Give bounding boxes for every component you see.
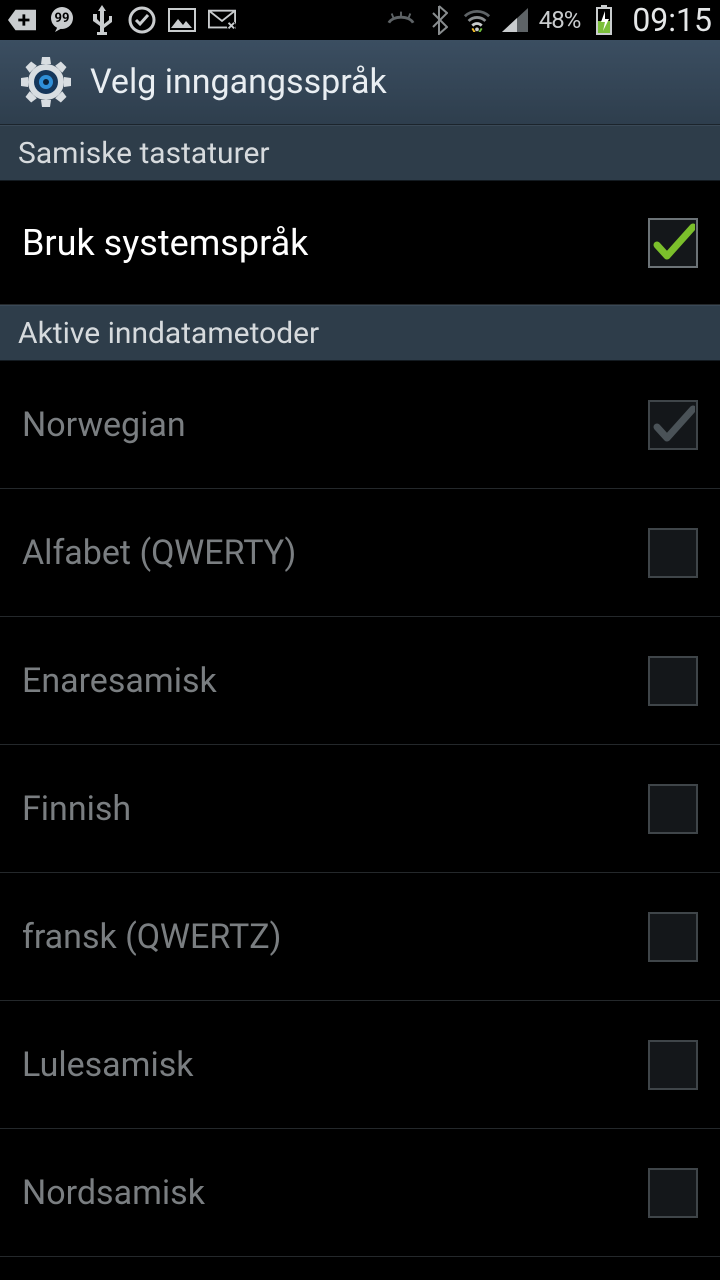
input-method-label: Lulesamisk <box>22 1045 648 1085</box>
bluetooth-icon <box>425 6 453 34</box>
plus-tag-icon <box>8 6 36 34</box>
input-method-label: Norwegian <box>22 405 648 445</box>
use-system-language-checkbox[interactable] <box>648 218 698 268</box>
quote-bubble-icon: 99 <box>48 6 76 34</box>
status-right: 48% 09:15 <box>387 1 712 39</box>
title-bar: Velg inngangsspråk <box>0 40 720 125</box>
input-method-checkbox <box>648 656 698 706</box>
input-methods-list: Norwegian Alfabet (QWERTY) Enaresamisk Finn… <box>0 361 720 1257</box>
section-header-label: Aktive inndatametoder <box>18 316 319 351</box>
input-method-checkbox <box>648 1168 698 1218</box>
signal-icon <box>501 6 529 34</box>
usb-icon <box>88 6 116 34</box>
input-method-checkbox <box>648 912 698 962</box>
input-method-checkbox <box>648 784 698 834</box>
wifi-icon <box>463 6 491 34</box>
use-system-language-row[interactable]: Bruk systemspråk <box>0 181 720 305</box>
screen: 99 <box>0 0 720 1280</box>
sync-check-icon <box>128 6 156 34</box>
eye-off-icon <box>387 6 415 34</box>
input-method-checkbox <box>648 528 698 578</box>
status-left: 99 <box>8 6 236 34</box>
input-method-row: Lulesamisk <box>0 1001 720 1129</box>
section-header-keyboards: Samiske tastaturer <box>0 125 720 181</box>
svg-text:99: 99 <box>55 11 70 26</box>
input-method-row: Nordsamisk <box>0 1129 720 1257</box>
input-method-checkbox <box>648 400 698 450</box>
input-method-row: Enaresamisk <box>0 617 720 745</box>
battery-percent: 48% <box>539 6 581 34</box>
page-title: Velg inngangsspråk <box>90 62 387 102</box>
section-header-active: Aktive inndatametoder <box>0 305 720 361</box>
input-method-row: Alfabet (QWERTY) <box>0 489 720 617</box>
clock: 09:15 <box>632 1 712 39</box>
status-bar: 99 <box>0 0 720 40</box>
input-method-checkbox <box>648 1040 698 1090</box>
section-header-label: Samiske tastaturer <box>18 136 270 171</box>
input-method-row: fransk (QWERTZ) <box>0 873 720 1001</box>
input-method-row: Norwegian <box>0 361 720 489</box>
input-method-row: Finnish <box>0 745 720 873</box>
use-system-language-label: Bruk systemspråk <box>22 222 648 264</box>
input-method-label: fransk (QWERTZ) <box>22 917 648 957</box>
settings-gear-icon <box>20 56 72 108</box>
picture-icon <box>168 6 196 34</box>
input-method-label: Alfabet (QWERTY) <box>22 533 648 573</box>
battery-charging-icon <box>590 6 618 34</box>
input-method-label: Finnish <box>22 789 648 829</box>
input-method-label: Enaresamisk <box>22 661 648 701</box>
mail-icon <box>208 6 236 34</box>
input-method-label: Nordsamisk <box>22 1173 648 1213</box>
